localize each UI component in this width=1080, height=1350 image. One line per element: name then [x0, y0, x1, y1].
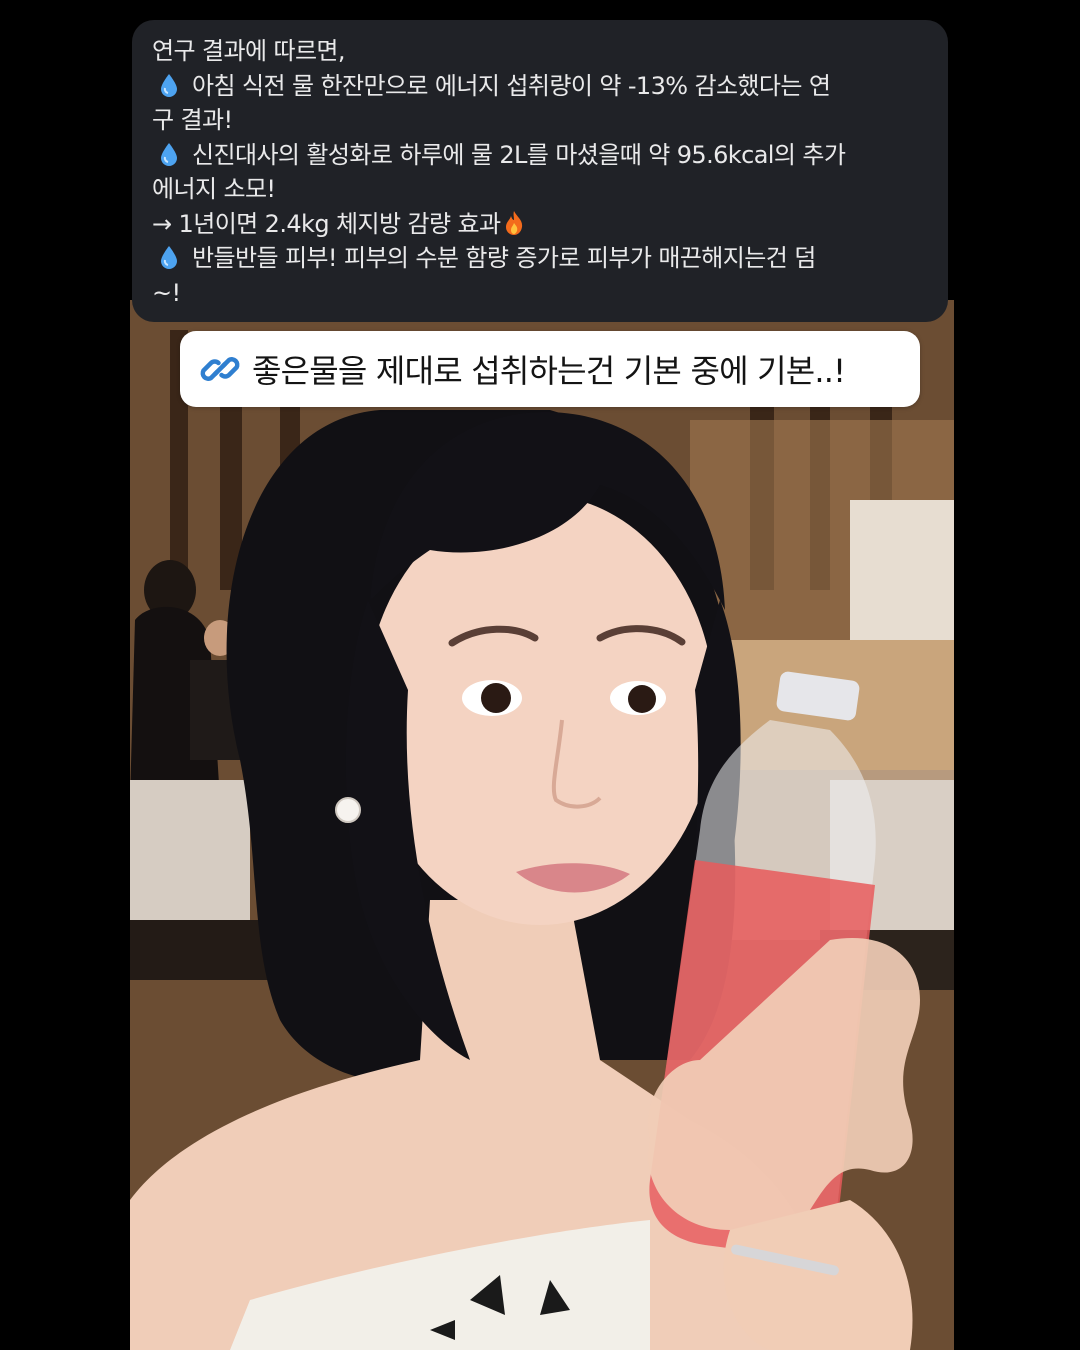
post-text-line: 반들반들 피부! 피부의 수분 함량 증가로 피부가 매끈해지는건 덤	[152, 241, 926, 276]
water-drop-icon	[161, 73, 177, 97]
text-line-4: 신진대사의 활성화로 하루에 물 2L를 마셨을때 약 95.6kcal의 추가	[192, 140, 846, 169]
link-sticker-text: 좋은물을 제대로 섭취하는건 기본 중에 기본..!	[252, 352, 846, 390]
story-canvas: 연구 결과에 따르면, 아침 식전 물 한잔만으로 에너지 섭취량이 약 -13…	[0, 0, 1080, 1350]
text-line-5: 에너지 소모!	[152, 175, 276, 203]
post-text-line: 신진대사의 활성화로 하루에 물 2L를 마셨을때 약 95.6kcal의 추가	[152, 138, 926, 173]
water-drop-icon	[161, 142, 177, 166]
post-text-line: → 1년이면 2.4kg 체지방 감량 효과	[152, 207, 926, 242]
post-text-line: ~!	[152, 276, 926, 311]
post-text-line: 구 결과!	[152, 103, 926, 138]
text-line-7: 반들반들 피부! 피부의 수분 함량 증가로 피부가 매끈해지는건 덤	[192, 244, 816, 272]
text-line-2: 아침 식전 물 한잔만으로 에너지 섭취량이 약 -13% 감소했다는 연	[192, 71, 831, 100]
link-sticker[interactable]: 좋은물을 제대로 섭취하는건 기본 중에 기본..!	[180, 331, 920, 407]
story-photo	[130, 300, 954, 1350]
text-line-6: → 1년이면 2.4kg 체지방 감량 효과	[152, 209, 501, 238]
text-line-3: 구 결과!	[152, 106, 233, 134]
selfie-illustration	[130, 300, 954, 1350]
text-line-8: ~!	[152, 278, 181, 307]
fire-icon	[506, 210, 523, 235]
water-drop-icon	[161, 246, 177, 269]
post-text-line: 연구 결과에 따르면,	[152, 34, 926, 69]
post-text-line: 아침 식전 물 한잔만으로 에너지 섭취량이 약 -13% 감소했다는 연	[152, 69, 926, 104]
post-text-card: 연구 결과에 따르면, 아침 식전 물 한잔만으로 에너지 섭취량이 약 -13…	[132, 20, 948, 322]
post-text-line: 에너지 소모!	[152, 172, 926, 207]
link-icon	[200, 357, 240, 381]
text-line-1: 연구 결과에 따르면,	[152, 37, 346, 65]
